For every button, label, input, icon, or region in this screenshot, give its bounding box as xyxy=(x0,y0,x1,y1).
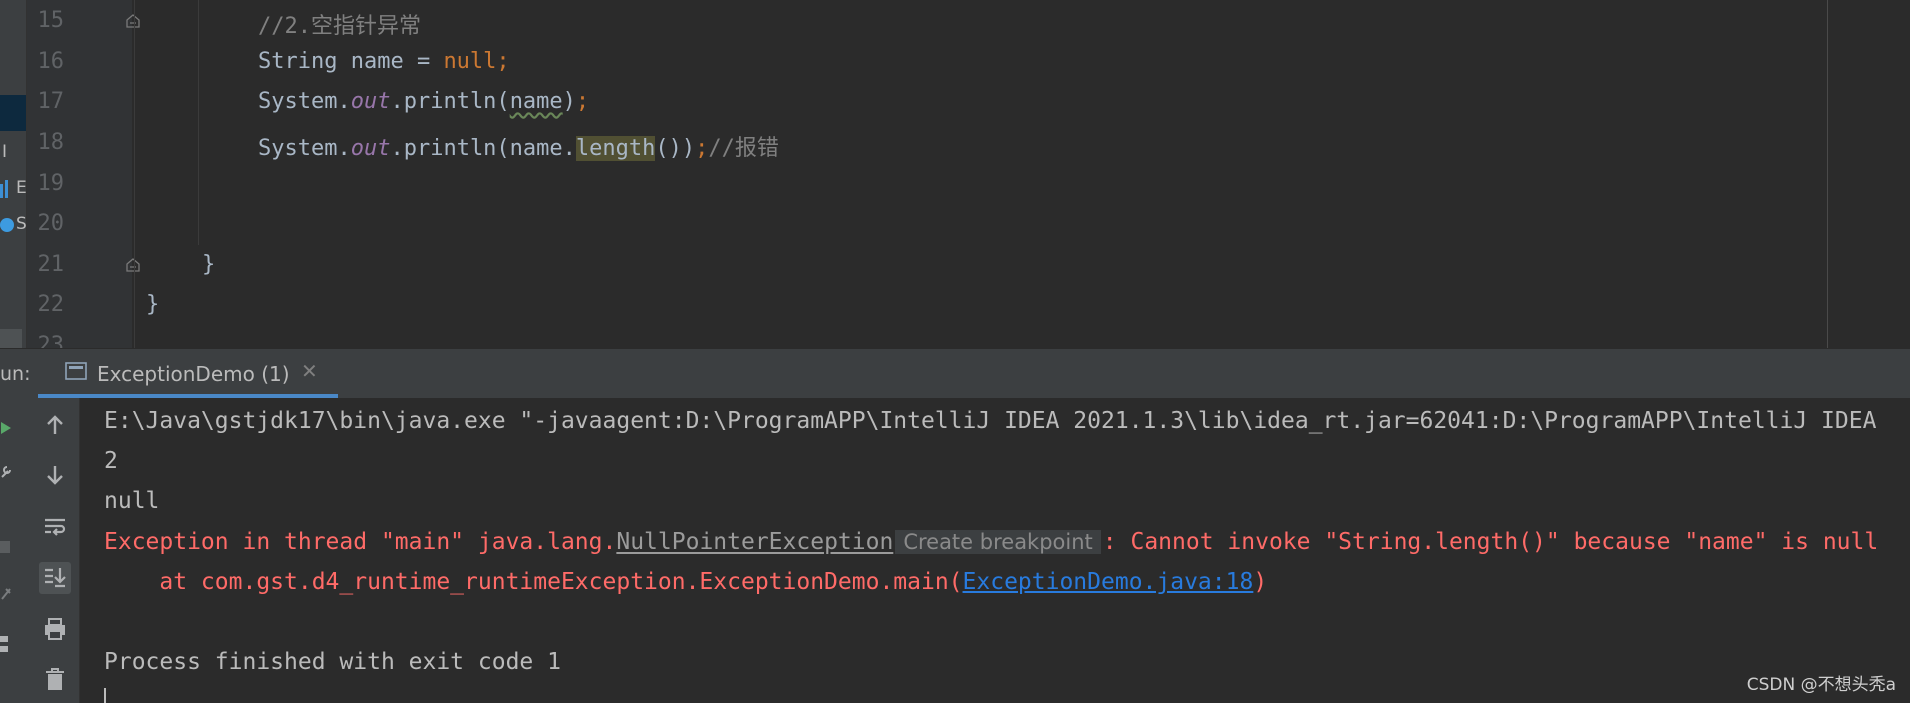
line-number: 16 xyxy=(37,49,65,74)
indent-guide xyxy=(198,0,199,245)
code-line[interactable]: } xyxy=(146,292,159,317)
layout-icon[interactable] xyxy=(0,636,10,660)
scrollbar-thumb[interactable] xyxy=(0,329,22,348)
line-number: 22 xyxy=(37,292,65,317)
left-strip-glyph: E xyxy=(16,178,27,198)
code-token: ()) xyxy=(655,136,696,161)
indent-guide xyxy=(134,0,135,348)
code-editor[interactable]: I E S 15 16 17 18 19 20 21 22 23 //2.空指针… xyxy=(0,0,1910,348)
code-token: ; xyxy=(695,136,709,161)
line-number: 19 xyxy=(37,171,65,196)
console-output[interactable]: E:\Java\gstjdk17\bin\java.exe "-javaagen… xyxy=(80,398,1910,703)
line-number: 23 xyxy=(37,333,65,348)
left-strip-glyph: S xyxy=(16,214,27,234)
watermark: CSDN @不想头秃a xyxy=(1746,675,1896,695)
line-number: 15 xyxy=(37,8,65,33)
pin-icon[interactable] xyxy=(0,586,12,605)
source-file-link[interactable]: ExceptionDemo.java:18 xyxy=(963,569,1254,595)
line-number: 20 xyxy=(37,211,65,236)
soft-wrap-icon[interactable] xyxy=(39,512,71,544)
console-tab-icon xyxy=(65,361,87,381)
stack-suffix: ) xyxy=(1253,569,1268,595)
exception-message: : Cannot invoke "String.length()" becaus… xyxy=(1102,529,1879,555)
line-number: 18 xyxy=(37,130,65,155)
code-line[interactable]: //2.空指针异常 xyxy=(258,8,421,40)
code-token: String name = xyxy=(258,49,444,74)
code-token: .println( xyxy=(390,89,510,114)
console-toolbar xyxy=(30,398,80,703)
stop-icon[interactable] xyxy=(0,538,10,557)
code-token: out xyxy=(350,89,391,114)
code-token: null; xyxy=(443,49,510,74)
code-token: } xyxy=(146,292,160,317)
code-token: length xyxy=(575,136,656,161)
code-token: ) xyxy=(562,89,576,114)
console-exception-line: Exception in thread "main" java.lang.Nul… xyxy=(104,529,1878,555)
code-token: ; xyxy=(575,89,590,114)
console-output-line: null xyxy=(104,488,160,514)
code-token: //报错 xyxy=(708,136,779,161)
code-token: System. xyxy=(258,136,351,161)
code-token: name xyxy=(509,89,563,114)
code-line[interactable]: System.out.println(name.length());//报错 xyxy=(258,130,779,162)
code-token: .println(name. xyxy=(390,136,576,161)
run-action-strip xyxy=(0,398,30,703)
code-line[interactable]: System.out.println(name); xyxy=(258,89,589,114)
console-command-line: E:\Java\gstjdk17\bin\java.exe "-javaagen… xyxy=(104,408,1877,434)
project-selection-highlight xyxy=(0,95,26,131)
code-token: } xyxy=(202,252,216,277)
code-line[interactable]: String name = null; xyxy=(258,49,510,74)
scroll-to-end-icon[interactable] xyxy=(39,562,71,594)
line-number: 21 xyxy=(37,252,65,277)
exception-class-link[interactable]: NullPointerException xyxy=(616,529,893,555)
left-strip-glyph: I xyxy=(2,142,8,162)
fold-marker-icon[interactable] xyxy=(126,258,140,272)
code-token: out xyxy=(350,136,391,161)
tab-exceptiondemo[interactable]: ExceptionDemo (1) ✕ xyxy=(38,349,338,399)
down-arrow-icon[interactable] xyxy=(39,460,71,492)
run-title: un: xyxy=(0,363,31,385)
rerun-icon[interactable] xyxy=(0,420,12,439)
fold-marker-icon[interactable] xyxy=(126,14,140,28)
print-icon[interactable] xyxy=(39,614,71,646)
project-tool-strip: I E S xyxy=(0,0,27,348)
code-token: System. xyxy=(258,89,351,114)
structure-bars-icon[interactable] xyxy=(0,180,14,198)
console-output-line: 2 xyxy=(104,448,118,474)
run-tool-window-header: un: ExceptionDemo (1) ✕ xyxy=(0,348,1910,399)
console-stack-line: at com.gst.d4_runtime_runtimeException.E… xyxy=(104,569,1267,595)
tab-label: ExceptionDemo (1) xyxy=(97,362,290,386)
clock-icon[interactable] xyxy=(0,218,14,232)
line-number: 17 xyxy=(37,89,65,114)
close-icon[interactable]: ✕ xyxy=(301,359,318,383)
line-number-gutter: 15 16 17 18 19 20 21 22 23 xyxy=(27,0,132,348)
text-caret xyxy=(104,688,106,703)
trash-icon[interactable] xyxy=(39,664,71,696)
right-margin-line xyxy=(1827,0,1828,348)
wrench-icon[interactable] xyxy=(0,464,12,483)
code-token: //2.空指针异常 xyxy=(258,14,421,39)
stack-prefix: at com.gst.d4_runtime_runtimeException.E… xyxy=(104,569,963,595)
code-line[interactable]: } xyxy=(202,252,215,277)
up-arrow-icon[interactable] xyxy=(39,410,71,442)
process-finished-line: Process finished with exit code 1 xyxy=(104,649,561,675)
create-breakpoint-tooltip[interactable]: Create breakpoint xyxy=(895,530,1101,554)
exception-prefix: Exception in thread "main" java.lang. xyxy=(104,529,617,555)
